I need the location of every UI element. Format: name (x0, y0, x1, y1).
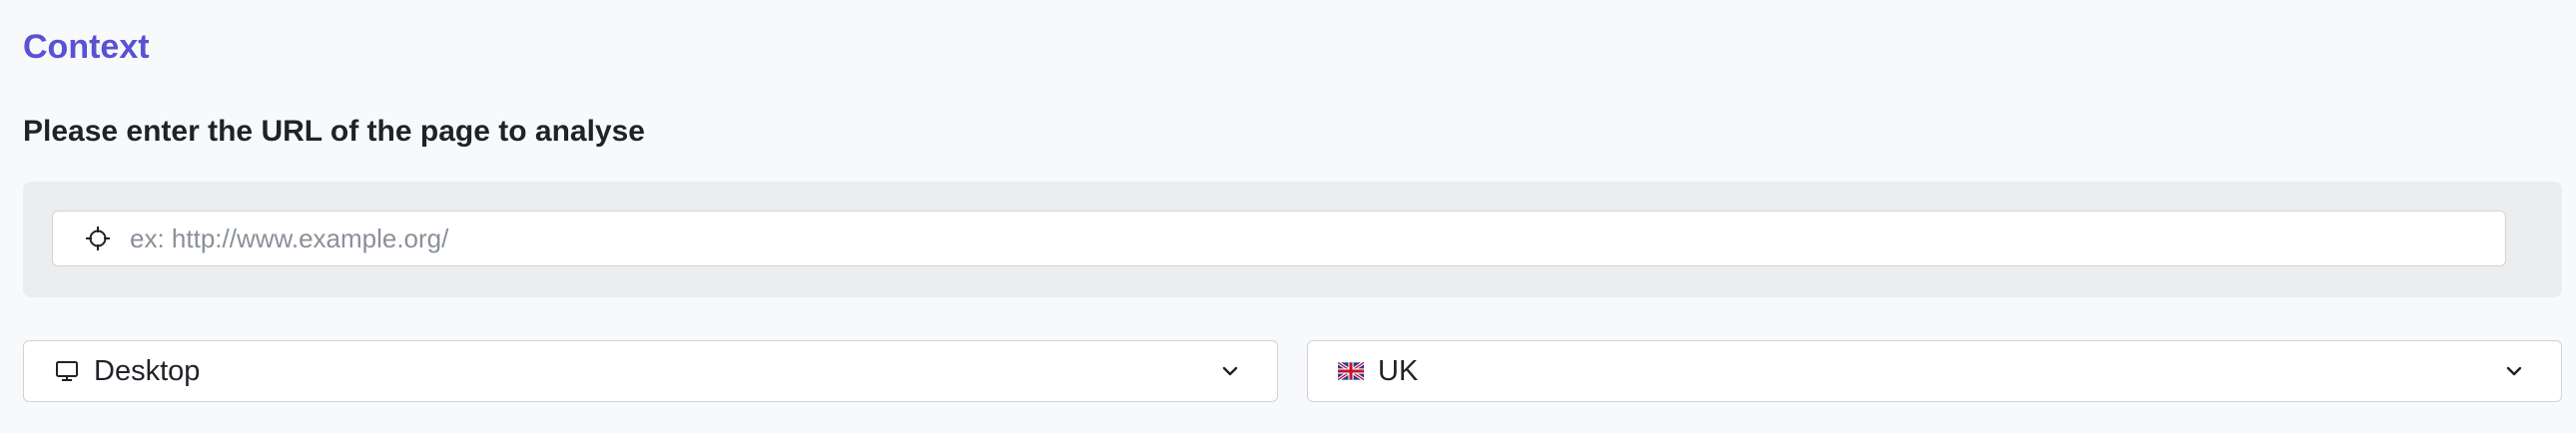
device-select[interactable]: Desktop (23, 340, 1278, 402)
uk-flag-icon (1338, 358, 1364, 384)
url-input-wrapper[interactable] (52, 211, 2506, 266)
url-field-label: Please enter the URL of the page to anal… (23, 115, 645, 148)
crosshair-icon (85, 225, 111, 251)
desktop-monitor-icon (54, 358, 80, 384)
device-select-value: Desktop (94, 354, 201, 387)
section-title: Context (23, 28, 150, 66)
context-page: Context Please enter the URL of the page… (0, 0, 2576, 433)
chevron-down-icon (1219, 360, 1241, 382)
chevron-down-icon (2503, 360, 2525, 382)
country-select-value: UK (1378, 354, 1419, 387)
url-input[interactable] (128, 211, 2505, 266)
country-select[interactable]: UK (1307, 340, 2562, 402)
url-input-panel (23, 182, 2562, 297)
